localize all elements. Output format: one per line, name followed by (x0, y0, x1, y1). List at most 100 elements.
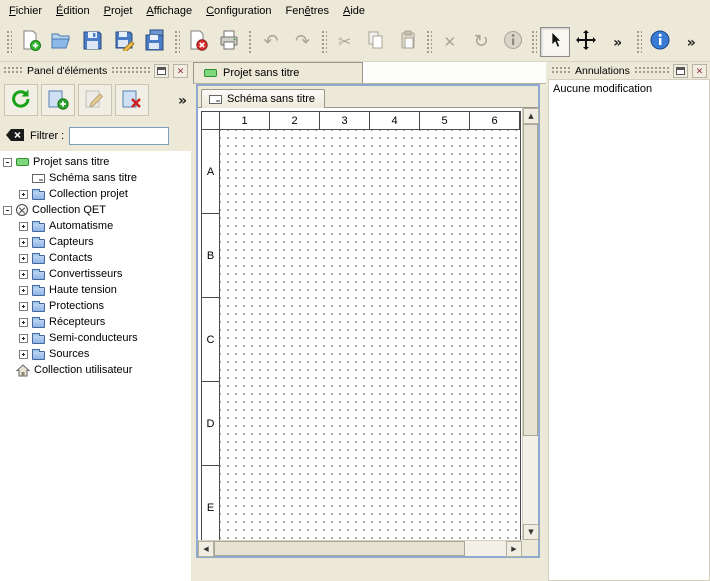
expand-icon[interactable] (19, 318, 28, 327)
schema-diagram[interactable]: 1 2 3 4 5 6 A B C D E (201, 111, 521, 540)
toolbar-handle[interactable] (635, 29, 642, 55)
tree-item-label: Capteurs (49, 236, 94, 248)
scroll-down-button[interactable] (523, 524, 539, 540)
menu-configuration[interactable]: Configuration (199, 2, 278, 20)
info-blue-icon (649, 29, 671, 54)
expand-icon[interactable] (19, 286, 28, 295)
clear-filter-button[interactable] (5, 128, 25, 145)
elements-tree[interactable]: Projet sans titre Schéma sans titre Coll… (0, 151, 191, 581)
toolbar-handle[interactable] (247, 29, 254, 55)
tree-item-protections[interactable]: Protections (0, 298, 191, 314)
tree-item-collection-qet[interactable]: Collection QET (0, 202, 191, 218)
expand-icon[interactable] (19, 302, 28, 311)
menu-fichier[interactable]: Fichier (2, 2, 49, 20)
menu-edition[interactable]: Édition (49, 2, 97, 20)
expand-icon[interactable] (19, 254, 28, 263)
new-project-button[interactable] (15, 27, 44, 57)
scrollbar-track[interactable] (523, 124, 538, 524)
tree-item-collection-projet[interactable]: Collection projet (0, 186, 191, 202)
tree-item-capteurs[interactable]: Capteurs (0, 234, 191, 250)
tree-item-label: Collection utilisateur (34, 364, 132, 376)
dock-drag-handle[interactable] (551, 66, 571, 75)
rotate-selection-button[interactable] (467, 27, 496, 57)
menu-projet[interactable]: Projet (97, 2, 140, 20)
scroll-left-button[interactable] (198, 541, 214, 557)
tree-item-projet-sans-titre[interactable]: Projet sans titre (0, 154, 191, 170)
tree-item-automatisme[interactable]: Automatisme (0, 218, 191, 234)
toolbar-handle[interactable] (425, 29, 432, 55)
dock-drag-handle[interactable] (3, 66, 23, 75)
panel-overflow-button[interactable] (178, 91, 187, 109)
scrollbar-thumb[interactable] (523, 124, 538, 436)
scroll-up-button[interactable] (523, 108, 539, 124)
edit-element-button[interactable] (78, 84, 112, 116)
subwindow-bottom (198, 540, 538, 556)
paste-button[interactable] (393, 27, 422, 57)
tab-schema-sans-titre[interactable]: Schéma sans titre (201, 89, 325, 108)
close-file-button[interactable] (183, 27, 212, 57)
save-button[interactable] (78, 27, 107, 57)
tree-item-convertisseurs[interactable]: Convertisseurs (0, 266, 191, 282)
expand-icon[interactable] (19, 222, 28, 231)
delete-element-button[interactable] (115, 84, 149, 116)
tree-item-sources[interactable]: Sources (0, 346, 191, 362)
dock-drag-handle[interactable] (634, 66, 669, 75)
float-panel-button[interactable] (673, 64, 688, 78)
dock-drag-handle[interactable] (111, 66, 150, 75)
toolbar-handle[interactable] (530, 29, 537, 55)
collapse-icon[interactable] (3, 158, 12, 167)
expander-spacer (19, 174, 28, 183)
selection-properties-button[interactable] (498, 27, 527, 57)
tree-item-haute-tension[interactable]: Haute tension (0, 282, 191, 298)
grid-dots-area[interactable] (220, 130, 520, 540)
tree-item-recepteurs[interactable]: Récepteurs (0, 314, 191, 330)
expand-icon[interactable] (19, 270, 28, 279)
pan-mode-button[interactable] (572, 27, 601, 57)
filter-input[interactable] (69, 127, 169, 145)
expand-icon[interactable] (19, 190, 28, 199)
reload-collections-button[interactable] (4, 84, 38, 116)
copy-button[interactable] (361, 27, 390, 57)
save-as-button[interactable] (109, 27, 138, 57)
column-header: 4 (370, 112, 420, 130)
select-mode-button[interactable] (540, 27, 569, 57)
undo-history-list[interactable]: Aucune modification (548, 79, 710, 581)
schema-canvas[interactable]: 1 2 3 4 5 6 A B C D E (198, 108, 522, 540)
undo-button[interactable] (256, 27, 285, 57)
close-panel-button[interactable] (692, 64, 707, 78)
expand-icon[interactable] (19, 350, 28, 359)
toolbar-extension-button[interactable] (677, 27, 706, 57)
cut-button[interactable] (330, 27, 359, 57)
toolbar-handle[interactable] (5, 29, 12, 55)
folder-icon (32, 252, 45, 264)
toolbar-overflow-button[interactable] (603, 27, 632, 57)
new-element-button[interactable] (41, 84, 75, 116)
scroll-right-button[interactable] (506, 541, 522, 557)
menu-affichage[interactable]: Affichage (139, 2, 199, 20)
tree-item-contacts[interactable]: Contacts (0, 250, 191, 266)
tree-item-collection-utilisateur[interactable]: Collection utilisateur (0, 362, 191, 378)
close-panel-button[interactable] (173, 64, 188, 78)
collapse-icon[interactable] (3, 206, 12, 215)
tree-item-schema-sans-titre[interactable]: Schéma sans titre (0, 170, 191, 186)
save-all-button[interactable] (140, 27, 169, 57)
vertical-scrollbar[interactable] (522, 108, 538, 540)
scrollbar-thumb[interactable] (214, 541, 465, 556)
expand-icon[interactable] (19, 334, 28, 343)
expand-icon[interactable] (19, 238, 28, 247)
toolbar-handle[interactable] (320, 29, 327, 55)
float-icon (157, 67, 166, 75)
tab-projet-sans-titre[interactable]: Projet sans titre (193, 62, 363, 83)
horizontal-scrollbar[interactable] (198, 540, 522, 556)
redo-button[interactable] (288, 27, 317, 57)
toolbar-handle[interactable] (173, 29, 180, 55)
delete-selection-button[interactable] (435, 27, 464, 57)
menu-aide[interactable]: Aide (336, 2, 372, 20)
print-button[interactable] (214, 27, 243, 57)
float-panel-button[interactable] (154, 64, 169, 78)
open-project-button[interactable] (46, 27, 75, 57)
scrollbar-track[interactable] (214, 541, 506, 556)
about-button[interactable] (645, 27, 674, 57)
tree-item-semi-conducteurs[interactable]: Semi-conducteurs (0, 330, 191, 346)
menu-fenetres[interactable]: Fenêtres (279, 2, 336, 20)
